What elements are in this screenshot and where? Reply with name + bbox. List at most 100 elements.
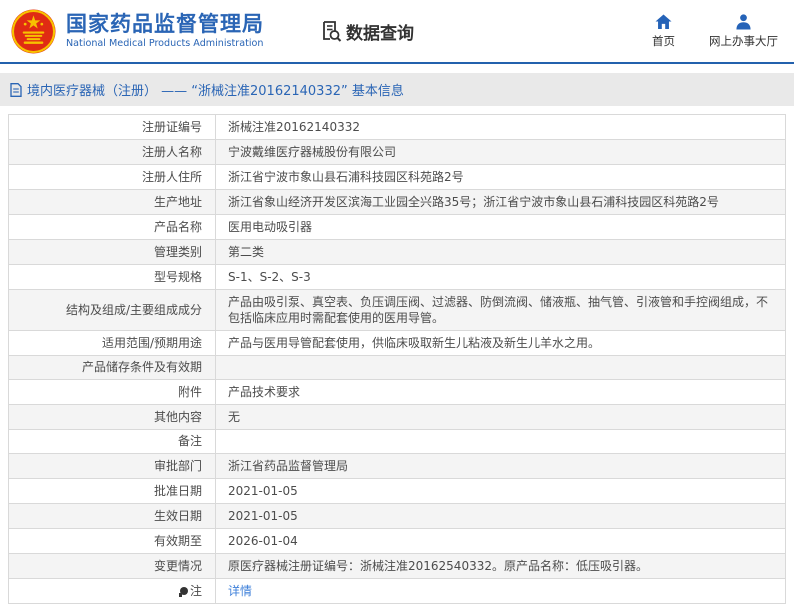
table-row: 产品名称 医用电动吸引器 bbox=[9, 215, 785, 240]
row-label: 生效日期 bbox=[9, 504, 216, 528]
row-value: 宁波戴维医疗器械股份有限公司 bbox=[216, 140, 785, 164]
table-row: 注册人住所 浙江省宁波市象山县石浦科技园区科苑路2号 bbox=[9, 165, 785, 190]
data-query-nav[interactable]: 数据查询 bbox=[320, 19, 414, 44]
row-value: 医用电动吸引器 bbox=[216, 215, 785, 239]
nav-home-label: 首页 bbox=[652, 33, 675, 49]
row-label: 附件 bbox=[9, 380, 216, 404]
row-label: 有效期至 bbox=[9, 529, 216, 553]
data-query-label: 数据查询 bbox=[346, 19, 414, 44]
header: 国家药品监督管理局 National Medical Products Admi… bbox=[0, 0, 794, 64]
table-row: 管理类别第二类 bbox=[9, 240, 785, 265]
row-value: 原医疗器械注册证编号：浙械注准20162540332。原产品名称：低压吸引器。 bbox=[216, 554, 785, 578]
row-value: 浙江省药品监督管理局 bbox=[216, 454, 785, 478]
table-row: 型号规格 S-1、S-2、S-3 bbox=[9, 265, 785, 290]
row-value bbox=[216, 430, 785, 453]
row-value-text: 浙江省象山经济开发区滨海工业园全兴路35号；浙江省宁波市象山县石浦科技园区科苑路… bbox=[228, 194, 719, 210]
row-value-text: 2021-01-05 bbox=[228, 483, 298, 499]
row-label: 注册人名称 bbox=[9, 140, 216, 164]
table-row: 其他内容 无 bbox=[9, 405, 785, 430]
table-row: 注 详情 bbox=[9, 579, 785, 603]
row-value-text: 浙江省宁波市象山县石浦科技园区科苑路2号 bbox=[228, 169, 464, 185]
row-label-text: 附件 bbox=[178, 385, 202, 400]
row-value: 产品技术要求 bbox=[216, 380, 785, 404]
site-subtitle: National Medical Products Administration bbox=[66, 39, 264, 50]
row-value-text: 浙械注准20162140332 bbox=[228, 119, 360, 135]
row-label-text: 管理类别 bbox=[154, 245, 202, 260]
row-value-text: 产品由吸引泵、真空表、负压调压阀、过滤器、防倒流阀、储液瓶、抽气管、引液管和手控… bbox=[228, 294, 773, 326]
row-label: 型号规格 bbox=[9, 265, 216, 289]
row-label-text: 有效期至 bbox=[154, 534, 202, 549]
row-value-text: 2026-01-04 bbox=[228, 533, 298, 549]
row-value-text: 无 bbox=[228, 409, 240, 425]
row-label-text: 注册人住所 bbox=[142, 170, 202, 185]
row-label: 批准日期 bbox=[9, 479, 216, 503]
row-value: 无 bbox=[216, 405, 785, 429]
row-label: 变更情况 bbox=[9, 554, 216, 578]
row-label-text: 结构及组成/主要组成成分 bbox=[66, 303, 202, 318]
row-label-text: 产品名称 bbox=[154, 220, 202, 235]
row-label: 备注 bbox=[9, 430, 216, 453]
row-label-text: 型号规格 bbox=[154, 270, 202, 285]
table-row: 变更情况原医疗器械注册证编号：浙械注准20162540332。原产品名称：低压吸… bbox=[9, 554, 785, 579]
row-label-text: 注 bbox=[190, 584, 202, 599]
row-label: 产品储存条件及有效期 bbox=[9, 356, 216, 379]
row-label: 注册证编号 bbox=[9, 115, 216, 139]
row-label: 产品名称 bbox=[9, 215, 216, 239]
row-label: 管理类别 bbox=[9, 240, 216, 264]
row-label-text: 其他内容 bbox=[154, 410, 202, 425]
document-icon bbox=[10, 83, 22, 97]
note-pin-icon bbox=[180, 587, 188, 595]
row-value: 第二类 bbox=[216, 240, 785, 264]
row-label: 注册人住所 bbox=[9, 165, 216, 189]
row-value-text: S-1、S-2、S-3 bbox=[228, 269, 311, 285]
table-row: 生效日期 2021-01-05 bbox=[9, 504, 785, 529]
row-value-text: 产品技术要求 bbox=[228, 384, 300, 400]
nav-home[interactable]: 首页 bbox=[652, 14, 675, 49]
row-value-text: 医用电动吸引器 bbox=[228, 219, 312, 235]
details-link[interactable]: 详情 bbox=[228, 583, 252, 599]
row-value-text: 宁波戴维医疗器械股份有限公司 bbox=[228, 144, 396, 160]
row-label-text: 批准日期 bbox=[154, 484, 202, 499]
row-value: S-1、S-2、S-3 bbox=[216, 265, 785, 289]
national-emblem-icon bbox=[10, 8, 57, 55]
table-row: 有效期至 2026-01-04 bbox=[9, 529, 785, 554]
row-value: 产品由吸引泵、真空表、负压调压阀、过滤器、防倒流阀、储液瓶、抽气管、引液管和手控… bbox=[216, 290, 785, 330]
nmpa-logo: 国家药品监督管理局 National Medical Products Admi… bbox=[10, 8, 264, 55]
row-value-text: 产品与医用导管配套使用，供临床吸取新生儿粘液及新生儿羊水之用。 bbox=[228, 335, 600, 351]
table-row: 产品储存条件及有效期 bbox=[9, 356, 785, 380]
row-value: 详情 bbox=[216, 579, 785, 603]
row-value: 产品与医用导管配套使用，供临床吸取新生儿粘液及新生儿羊水之用。 bbox=[216, 331, 785, 355]
row-label: 生产地址 bbox=[9, 190, 216, 214]
row-label: 适用范围/预期用途 bbox=[9, 331, 216, 355]
user-icon bbox=[735, 14, 752, 30]
row-value bbox=[216, 356, 785, 379]
table-row: 适用范围/预期用途 产品与医用导管配套使用，供临床吸取新生儿粘液及新生儿羊水之用。 bbox=[9, 331, 785, 356]
table-row: 附件 产品技术要求 bbox=[9, 380, 785, 405]
table-row: 结构及组成/主要组成成分 产品由吸引泵、真空表、负压调压阀、过滤器、防倒流阀、储液… bbox=[9, 290, 785, 331]
row-value: 浙械注准20162140332 bbox=[216, 115, 785, 139]
table-row: 批准日期 2021-01-05 bbox=[9, 479, 785, 504]
row-label: 审批部门 bbox=[9, 454, 216, 478]
row-value: 2026-01-04 bbox=[216, 529, 785, 553]
home-icon bbox=[655, 14, 672, 30]
row-value: 2021-01-05 bbox=[216, 479, 785, 503]
table-row: 注册人名称宁波戴维医疗器械股份有限公司 bbox=[9, 140, 785, 165]
row-label: 其他内容 bbox=[9, 405, 216, 429]
row-label-text: 备注 bbox=[178, 434, 202, 449]
row-value: 2021-01-05 bbox=[216, 504, 785, 528]
row-value-text: 浙江省药品监督管理局 bbox=[228, 458, 348, 474]
row-label-text: 生效日期 bbox=[154, 509, 202, 524]
table-row: 备注 bbox=[9, 430, 785, 454]
row-label: 结构及组成/主要组成成分 bbox=[9, 290, 216, 330]
row-label-text: 适用范围/预期用途 bbox=[102, 336, 202, 351]
row-value: 浙江省宁波市象山县石浦科技园区科苑路2号 bbox=[216, 165, 785, 189]
row-value: 浙江省象山经济开发区滨海工业园全兴路35号；浙江省宁波市象山县石浦科技园区科苑路… bbox=[216, 190, 785, 214]
table-row: 注册证编号浙械注准20162140332 bbox=[9, 115, 785, 140]
row-value-text: 2021-01-05 bbox=[228, 508, 298, 524]
nav-online-hall[interactable]: 网上办事大厅 bbox=[709, 14, 778, 49]
site-title: 国家药品监督管理局 bbox=[66, 13, 264, 36]
row-label-text: 变更情况 bbox=[154, 559, 202, 574]
breadcrumb-text: 境内医疗器械（注册） —— “浙械注准20162140332” 基本信息 bbox=[27, 80, 404, 99]
table-row: 审批部门浙江省药品监督管理局 bbox=[9, 454, 785, 479]
row-label: 注 bbox=[9, 579, 216, 603]
